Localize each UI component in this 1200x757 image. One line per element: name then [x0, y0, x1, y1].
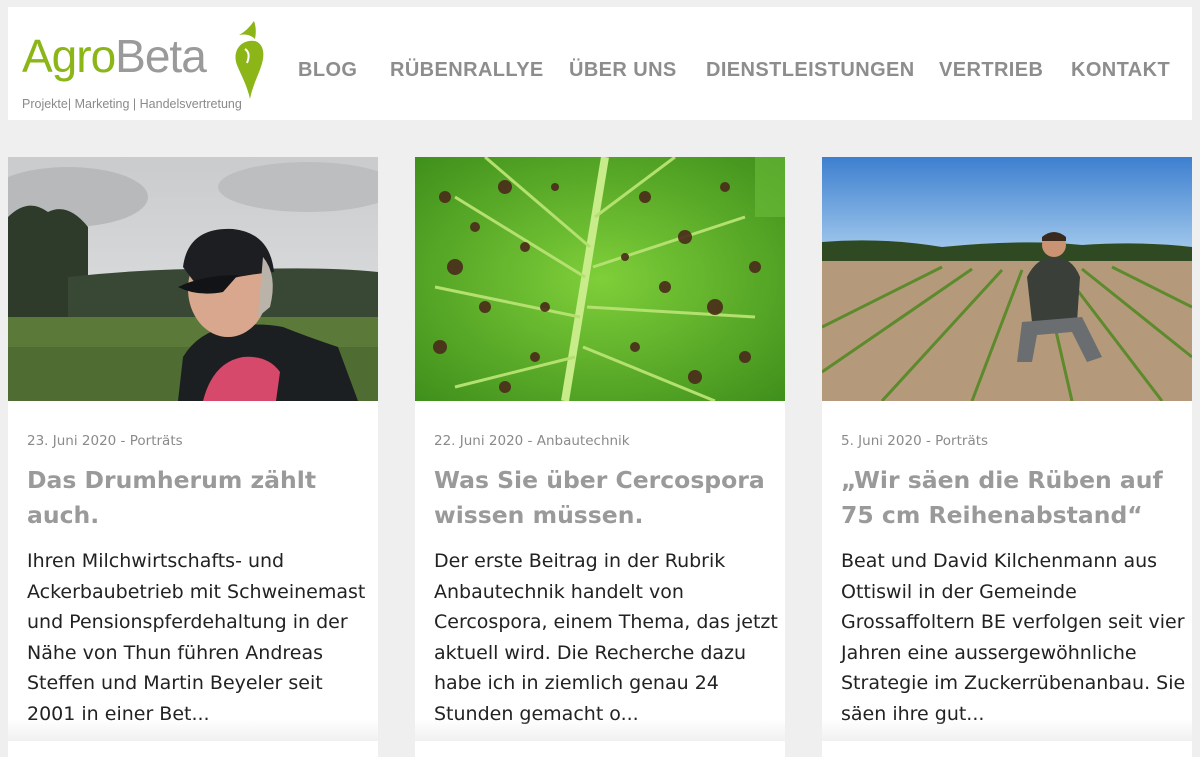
- post-card[interactable]: 5. Juni 2020 - Porträts „Wir säen die Rü…: [822, 157, 1192, 757]
- post-excerpt: Der erste Beitrag in der Rubrik Anbautec…: [434, 546, 779, 729]
- post-category-link[interactable]: Anbautechnik: [537, 433, 630, 449]
- post-excerpt: Beat und David Kilchenmann aus Ottiswil …: [841, 546, 1186, 729]
- post-date: 23. Juni 2020: [27, 433, 116, 449]
- nav-item-blog[interactable]: BLOG: [298, 59, 357, 82]
- post-meta: 5. Juni 2020 - Porträts: [841, 433, 988, 449]
- post-date: 5. Juni 2020: [841, 433, 922, 449]
- post-title[interactable]: Was Sie über Cercospora wissen müssen.: [434, 463, 779, 533]
- nav-item-vertrieb[interactable]: VERTRIEB: [939, 59, 1043, 82]
- nav-item-dienstleistungen[interactable]: DIENSTLEISTUNGEN: [706, 59, 915, 82]
- post-image[interactable]: [822, 157, 1192, 401]
- logo-tagline: Projekte| Marketing | Handelsvertretung: [22, 97, 242, 111]
- post-excerpt: Ihren Milchwirtschafts- und Ackerbaubetr…: [27, 546, 372, 729]
- post-category-link[interactable]: Porträts: [935, 433, 988, 449]
- post-meta: 22. Juni 2020 - Anbautechnik: [434, 433, 630, 449]
- post-date: 22. Juni 2020: [434, 433, 523, 449]
- main-navigation: BLOG RÜBENRALLYE ÜBER UNS DIENSTLEISTUNG…: [8, 59, 1192, 83]
- post-category-link[interactable]: Porträts: [130, 433, 183, 449]
- post-title[interactable]: Das Drumherum zählt auch.: [27, 463, 372, 533]
- post-image[interactable]: [8, 157, 378, 401]
- post-card[interactable]: 22. Juni 2020 - Anbautechnik Was Sie übe…: [415, 157, 785, 757]
- nav-item-kontakt[interactable]: KONTAKT: [1071, 59, 1170, 82]
- post-image[interactable]: [415, 157, 785, 401]
- post-title[interactable]: „Wir säen die Rüben auf 75 cm Reihenabst…: [841, 463, 1186, 533]
- nav-item-ruebenrallye[interactable]: RÜBENRALLYE: [390, 59, 544, 82]
- site-header: AgroBeta Projekte| Marketing | Handelsve…: [8, 7, 1192, 120]
- post-meta: 23. Juni 2020 - Porträts: [27, 433, 183, 449]
- post-card[interactable]: 23. Juni 2020 - Porträts Das Drumherum z…: [8, 157, 378, 757]
- nav-item-ueber-uns[interactable]: ÜBER UNS: [569, 59, 677, 82]
